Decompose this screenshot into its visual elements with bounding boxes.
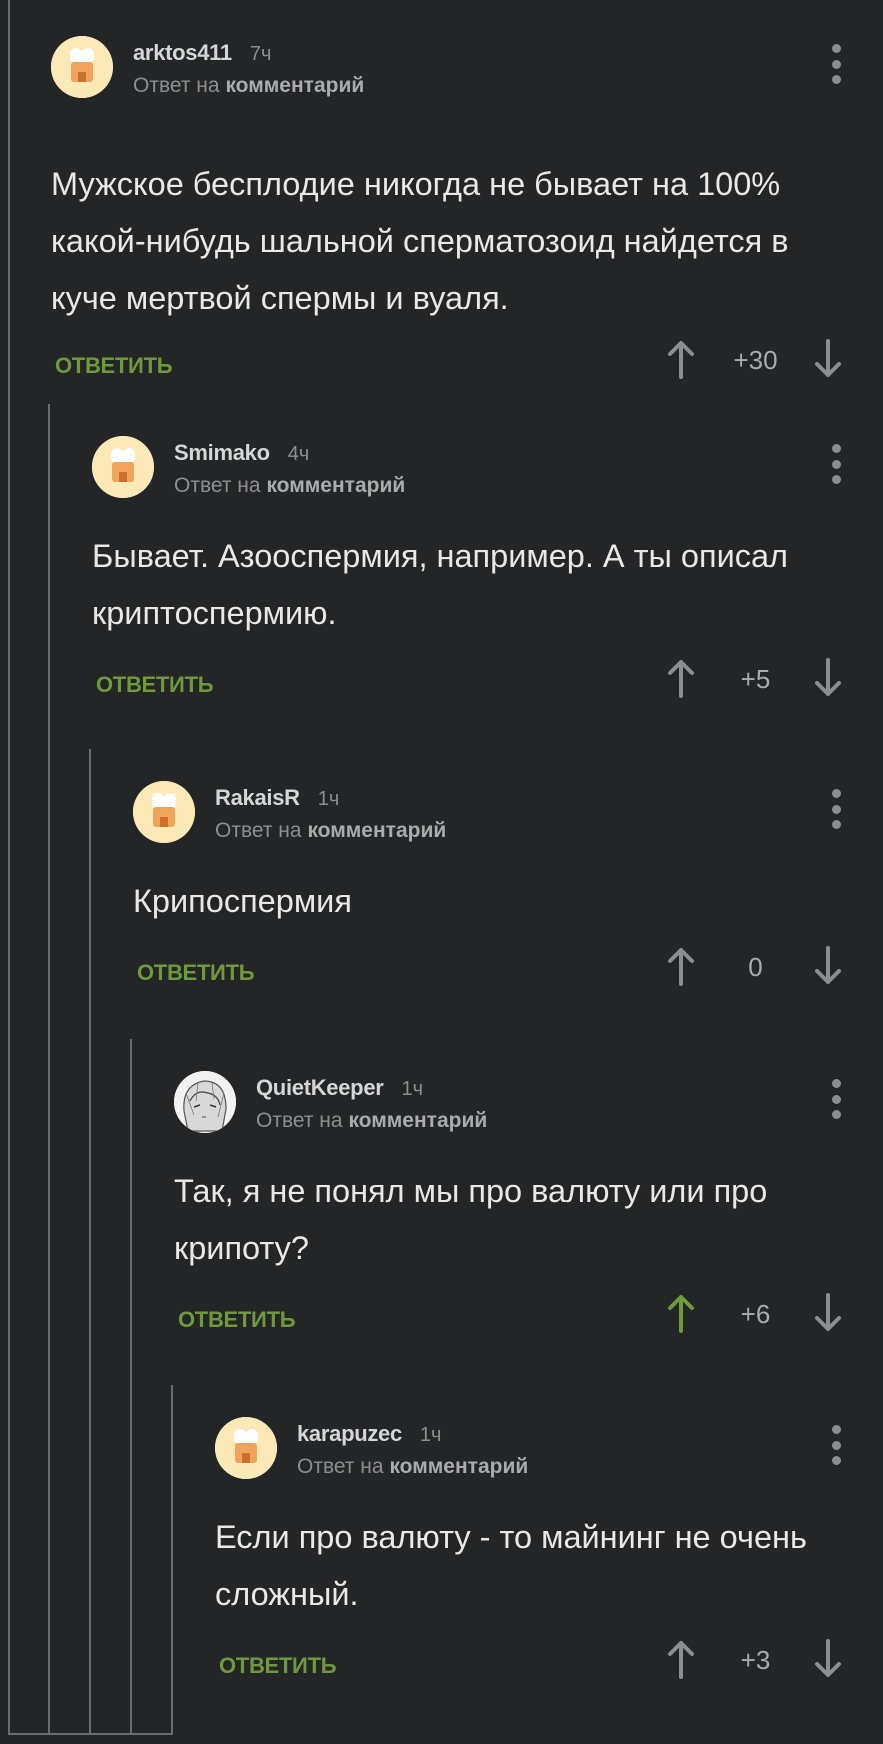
reply-to-link[interactable]: комментарий [307, 819, 446, 842]
upvote-arrow-icon[interactable] [664, 946, 698, 986]
reply-to-link[interactable]: комментарий [266, 474, 405, 497]
default-avatar-icon[interactable] [92, 436, 154, 498]
downvote-arrow-icon[interactable] [811, 946, 845, 986]
comment-author[interactable]: QuietKeeper [256, 1075, 384, 1100]
comment-time: 1ч [419, 1424, 442, 1446]
comment: QuietKeeper 1ч Ответ на комментарий Так, … [174, 1067, 883, 1353]
default-avatar-icon[interactable] [133, 781, 195, 843]
downvote-arrow-icon[interactable] [811, 1639, 845, 1679]
reply-to-prefix: Ответ на [174, 474, 261, 497]
comment-author[interactable]: RakaisR [215, 785, 300, 810]
upvote-arrow-icon[interactable] [664, 1293, 698, 1333]
author-row: QuietKeeper 1ч [256, 1075, 423, 1101]
comment-time: 7ч [249, 43, 272, 65]
comment-score: +3 [740, 1645, 771, 1675]
reply-to-prefix: Ответ на [133, 74, 220, 97]
reply-button[interactable]: ОТВЕТИТЬ [178, 1307, 296, 1333]
thread-line-2 [89, 749, 91, 1735]
comment-text: Так, я не понял мы про валюту или про кр… [174, 1173, 768, 1266]
reply-to-line: Ответ на комментарий [215, 819, 446, 843]
comment: Smimako 4ч Ответ на комментарий Бывает. А… [92, 432, 883, 718]
comment-header: RakaisR 1ч Ответ на комментарий [133, 777, 883, 847]
comments-thread: arktos411 7ч Ответ на комментарий Мужское… [0, 0, 883, 1744]
comment-score: +6 [740, 1299, 771, 1329]
more-options-icon[interactable] [831, 44, 841, 84]
comment-score: +30 [733, 345, 778, 375]
thread-line-1 [48, 404, 50, 1735]
comment-actions: ОТВЕТИТЬ +3 [215, 1639, 883, 1699]
reply-button[interactable]: ОТВЕТИТЬ [137, 960, 255, 986]
comment-author[interactable]: arktos411 [133, 40, 232, 65]
comment-header: QuietKeeper 1ч Ответ на комментарий [174, 1067, 883, 1137]
comment-text: Если про валюту - то майнинг не очень сл… [215, 1519, 807, 1612]
upvote-arrow-icon[interactable] [664, 658, 698, 698]
thread-bottom-line [8, 1733, 173, 1735]
comment-author[interactable]: karapuzec [297, 1421, 402, 1446]
reply-to-link[interactable]: комментарий [348, 1109, 487, 1132]
comment-text: Крипоспермия [133, 883, 352, 919]
comment-text: Мужское бесплодие никогда не бывает на 1… [51, 166, 789, 316]
reply-to-line: Ответ на комментарий [174, 474, 405, 498]
author-row: karapuzec 1ч [297, 1421, 441, 1447]
more-options-icon[interactable] [831, 444, 841, 484]
reply-to-link[interactable]: комментарий [225, 74, 364, 97]
comment-score: 0 [748, 952, 763, 982]
reply-to-prefix: Ответ на [297, 1455, 384, 1478]
comment-header: arktos411 7ч Ответ на комментарий [51, 32, 883, 102]
reply-to-line: Ответ на комментарий [256, 1109, 487, 1133]
reply-button[interactable]: ОТВЕТИТЬ [55, 353, 173, 379]
reply-to-line: Ответ на комментарий [297, 1455, 528, 1479]
thread-line-3 [130, 1039, 132, 1735]
comment-time: 1ч [401, 1078, 424, 1100]
reply-to-line: Ответ на комментарий [133, 74, 364, 98]
reply-button[interactable]: ОТВЕТИТЬ [96, 672, 214, 698]
upvote-arrow-icon[interactable] [664, 1639, 698, 1679]
author-row: RakaisR 1ч [215, 785, 339, 811]
downvote-arrow-icon[interactable] [811, 1293, 845, 1333]
more-options-icon[interactable] [831, 789, 841, 829]
comment: RakaisR 1ч Ответ на комментарий Крипоспер… [133, 777, 883, 1006]
comment-actions: ОТВЕТИТЬ +6 [174, 1293, 883, 1353]
default-avatar-icon[interactable] [215, 1417, 277, 1479]
reply-to-prefix: Ответ на [256, 1109, 343, 1132]
downvote-arrow-icon[interactable] [811, 339, 845, 379]
comment-score: +5 [740, 664, 771, 694]
upvote-arrow-icon[interactable] [664, 339, 698, 379]
comment-header: Smimako 4ч Ответ на комментарий [92, 432, 883, 502]
comment-actions: ОТВЕТИТЬ +30 [51, 339, 883, 399]
more-options-icon[interactable] [831, 1079, 841, 1119]
reply-to-link[interactable]: комментарий [389, 1455, 528, 1478]
author-row: arktos411 7ч [133, 40, 271, 66]
comment-author[interactable]: Smimako [174, 440, 270, 465]
comment: karapuzec 1ч Ответ на комментарий Если пр… [215, 1413, 883, 1699]
comment-actions: ОТВЕТИТЬ 0 [133, 946, 883, 1006]
thread-line-4 [171, 1385, 173, 1735]
comment-header: karapuzec 1ч Ответ на комментарий [215, 1413, 883, 1483]
more-options-icon[interactable] [831, 1425, 841, 1465]
comment-text: Бывает. Азооспермия, например. А ты опис… [92, 538, 789, 631]
comment: arktos411 7ч Ответ на комментарий Мужское… [51, 32, 883, 399]
comment-actions: ОТВЕТИТЬ +5 [92, 658, 883, 718]
downvote-arrow-icon[interactable] [811, 658, 845, 698]
thread-line-0 [8, 0, 10, 1735]
anime-sketch-avatar-icon[interactable] [174, 1071, 236, 1133]
comment-time: 1ч [317, 788, 340, 810]
author-row: Smimako 4ч [174, 440, 309, 466]
default-avatar-icon[interactable] [51, 36, 113, 98]
reply-button[interactable]: ОТВЕТИТЬ [219, 1653, 337, 1679]
comment-time: 4ч [287, 443, 310, 465]
reply-to-prefix: Ответ на [215, 819, 302, 842]
